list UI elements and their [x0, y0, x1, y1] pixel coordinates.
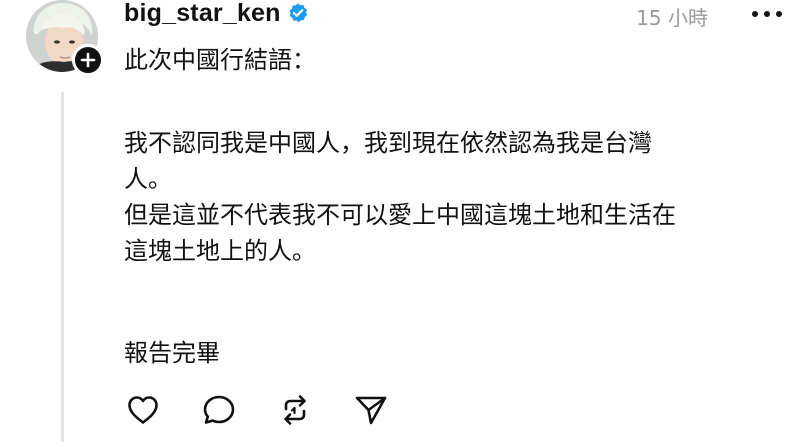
post-text-closing: 報告完畢	[124, 339, 220, 367]
username[interactable]: big_star_ken	[124, 0, 281, 28]
post-text-line: 這塊土地上的人。	[124, 237, 316, 265]
heart-icon	[128, 396, 158, 424]
post-header: big_star_ken	[124, 0, 309, 28]
send-icon	[355, 396, 387, 425]
comment-bubble-icon	[203, 395, 235, 424]
post-text-line: 人。	[124, 165, 172, 193]
like-button[interactable]	[124, 392, 162, 428]
plus-icon	[80, 52, 96, 68]
more-options-button[interactable]	[752, 4, 782, 24]
comment-button[interactable]	[200, 392, 238, 428]
more-horizontal-icon-dot	[764, 11, 770, 17]
post-timestamp: 15 小時	[636, 6, 708, 30]
thread-line	[61, 92, 64, 442]
post-text-line: 但是這並不代表我不可以愛上中國這塊土地和生活在	[124, 201, 676, 229]
more-horizontal-icon-dot	[776, 11, 782, 17]
repost-button[interactable]	[276, 392, 314, 428]
share-button[interactable]	[352, 392, 390, 428]
thread-post: big_star_ken 15 小時 此次中國行結語： 我不認同我是中國人，我到…	[0, 0, 800, 447]
verified-badge-icon	[287, 2, 309, 24]
post-text-body: 我不認同我是中國人，我到現在依然認為我是台灣 人。但是這並不代表我不可以愛上中國這…	[124, 125, 676, 269]
action-bar	[124, 392, 428, 428]
repost-icon	[284, 395, 306, 425]
more-horizontal-icon	[752, 11, 758, 17]
follow-button[interactable]	[72, 44, 104, 76]
post-text-intro: 此次中國行結語：	[124, 46, 316, 74]
post-text-line: 我不認同我是中國人，我到現在依然認為我是台灣	[124, 129, 652, 157]
